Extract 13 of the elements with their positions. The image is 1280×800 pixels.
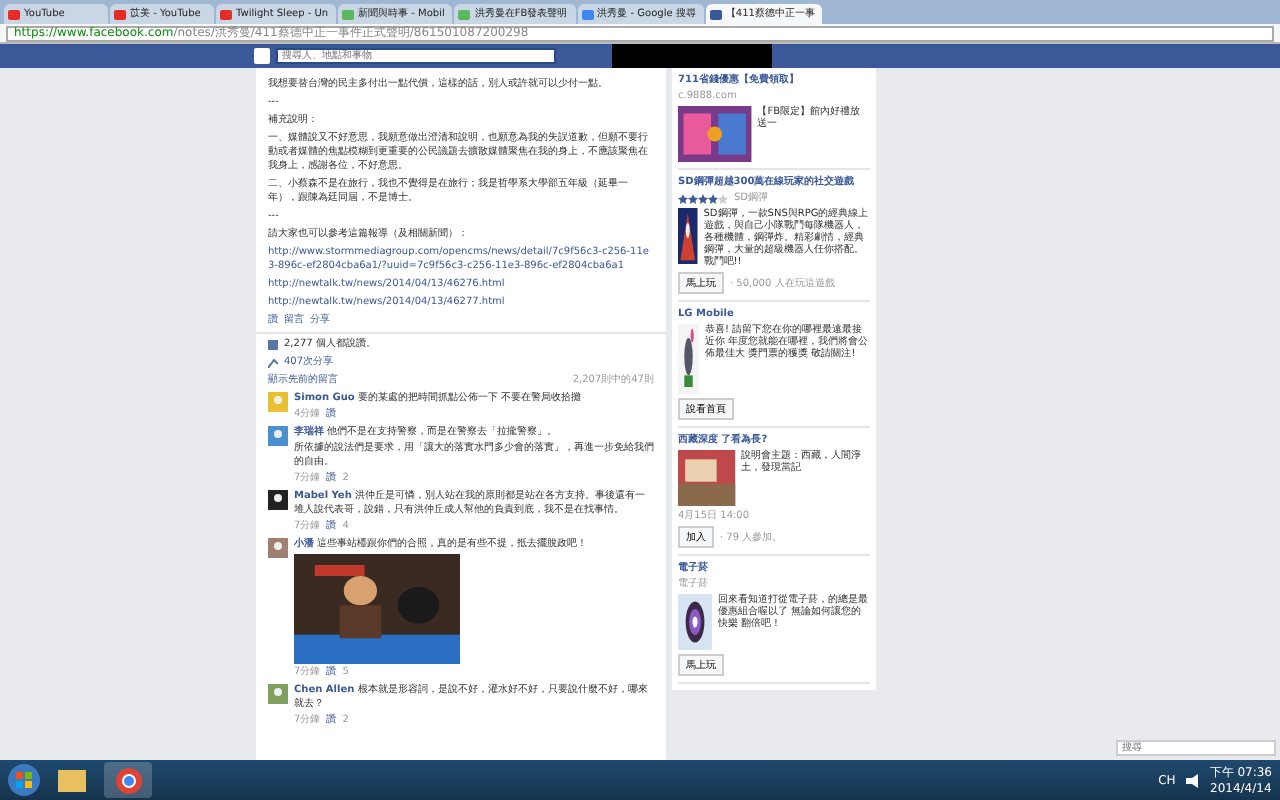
favicon-icon <box>342 9 355 19</box>
favicon-icon <box>220 9 232 19</box>
favicon-icon <box>8 9 20 19</box>
start-button[interactable] <box>8 764 40 796</box>
favicon-icon <box>581 9 594 19</box>
thumbs-up-icon <box>268 340 278 350</box>
favicon-icon <box>114 9 126 19</box>
speaker-icon[interactable] <box>1185 773 1200 787</box>
share-icon <box>268 358 278 368</box>
favicon-icon <box>458 9 471 19</box>
avatar[interactable] <box>268 490 288 510</box>
browser-icon[interactable] <box>104 762 152 798</box>
favicon-icon <box>709 9 722 19</box>
